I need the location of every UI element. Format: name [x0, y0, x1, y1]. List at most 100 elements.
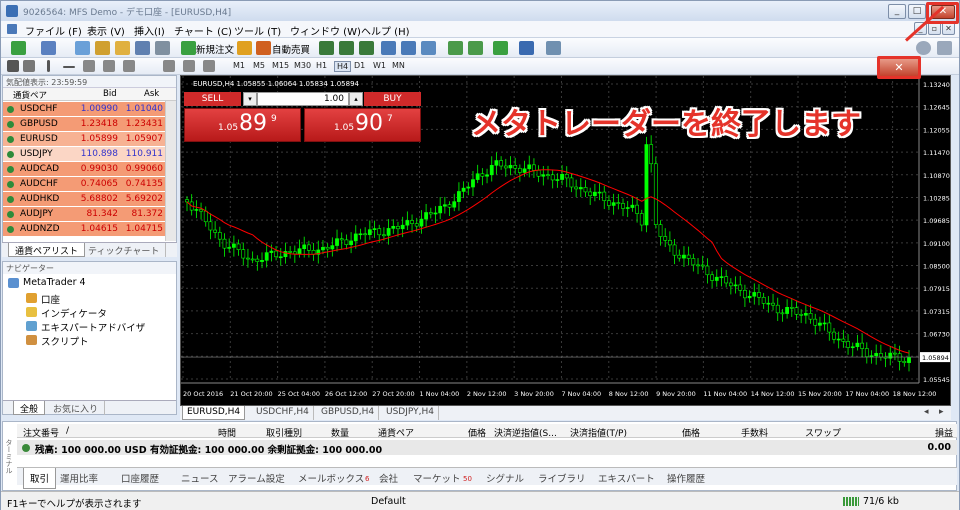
- col-ask[interactable]: Ask: [144, 89, 159, 99]
- autoscroll-icon[interactable]: [468, 41, 483, 55]
- tf-m30[interactable]: M30: [294, 61, 311, 70]
- col-swap[interactable]: スワップ: [805, 426, 841, 439]
- tab-favorites[interactable]: お気に入り: [47, 401, 106, 415]
- navigator-item-experts[interactable]: エキスパートアドバイザ: [41, 320, 145, 334]
- tab-exposure[interactable]: 運用比率: [60, 471, 98, 485]
- auto-trading-icon[interactable]: [256, 41, 271, 55]
- market-watch-row[interactable]: AUDCHF 0.74065 0.74135: [3, 177, 165, 192]
- menu-help[interactable]: ヘルプ (H): [361, 23, 410, 38]
- new-chart-icon[interactable]: [11, 41, 26, 55]
- auto-trading-button[interactable]: 自動売買: [272, 42, 310, 56]
- zoom-in-icon[interactable]: [381, 41, 396, 55]
- navigator-root[interactable]: MetaTrader 4: [23, 277, 86, 288]
- horizontal-line-icon[interactable]: [63, 66, 75, 68]
- trendline-icon[interactable]: [83, 60, 95, 72]
- data-window-icon[interactable]: [95, 41, 110, 55]
- cursor-icon[interactable]: [7, 60, 19, 72]
- sell-button[interactable]: 1.05 89 9: [184, 108, 301, 142]
- tester-icon[interactable]: [155, 41, 170, 55]
- navigator-item-accounts[interactable]: 口座: [41, 292, 60, 306]
- candle-chart-icon[interactable]: [339, 41, 354, 55]
- col-volume[interactable]: 数量: [331, 426, 349, 439]
- chart-tab-usdchf[interactable]: USDCHF,H4: [252, 406, 314, 420]
- zoom-out-icon[interactable]: [401, 41, 416, 55]
- tab-mailbox[interactable]: メールボックス: [298, 471, 364, 485]
- fibonacci-icon[interactable]: [123, 60, 135, 72]
- col-symbol[interactable]: 通貨ペア: [13, 89, 47, 101]
- menu-window[interactable]: ウィンドウ (W): [290, 23, 361, 38]
- search-icon[interactable]: [916, 41, 931, 55]
- chat-icon[interactable]: [937, 41, 952, 55]
- tf-d1[interactable]: D1: [354, 61, 365, 70]
- tab-signals[interactable]: シグナル: [486, 471, 524, 485]
- market-watch-row[interactable]: USDCHF 1.00990 1.01040: [3, 102, 165, 117]
- line-chart-icon[interactable]: [359, 41, 374, 55]
- tf-m1[interactable]: M1: [233, 61, 245, 70]
- tab-market[interactable]: マーケット: [413, 471, 461, 485]
- market-watch-row[interactable]: AUDHKD 5.68802 5.69202: [3, 192, 165, 207]
- navigator-item-scripts[interactable]: スクリプト: [41, 334, 89, 348]
- tf-m5[interactable]: M5: [253, 61, 265, 70]
- market-watch-row[interactable]: AUDCAD 0.99030 0.99060: [3, 162, 165, 177]
- text-icon[interactable]: [163, 60, 175, 72]
- lot-input[interactable]: 1.00: [257, 92, 349, 106]
- menu-tools[interactable]: ツール (T): [234, 23, 281, 38]
- profiles-icon[interactable]: [41, 41, 56, 55]
- new-order-icon[interactable]: [181, 41, 196, 55]
- lot-up-icon[interactable]: ▴: [349, 92, 363, 106]
- col-commission[interactable]: 手数料: [741, 426, 768, 439]
- tab-alerts[interactable]: アラーム設定: [228, 471, 285, 485]
- chart-tab-usdjpy[interactable]: USDJPY,H4: [382, 406, 439, 420]
- tab-trade[interactable]: 取引: [23, 468, 57, 489]
- tab-symbols[interactable]: 通貨ペアリスト: [8, 243, 86, 257]
- tf-mn[interactable]: MN: [392, 61, 405, 70]
- col-tp[interactable]: 決済指値(T/P): [570, 426, 627, 439]
- market-watch-row[interactable]: EURUSD 1.05899 1.05907: [3, 132, 165, 147]
- chart-tabs-scroll-right-icon[interactable]: ▸: [935, 406, 948, 420]
- menu-chart[interactable]: チャート (C): [174, 23, 232, 38]
- col-symbol[interactable]: 通貨ペア: [378, 426, 414, 439]
- navigator-icon[interactable]: [115, 41, 130, 55]
- tab-journal[interactable]: 操作履歴: [667, 471, 705, 485]
- col-bid[interactable]: Bid: [103, 89, 117, 99]
- col-type[interactable]: 取引種別: [266, 426, 302, 439]
- tile-windows-icon[interactable]: [421, 41, 436, 55]
- market-watch-scrollbar[interactable]: [165, 101, 176, 241]
- menu-file[interactable]: ファイル (F): [25, 23, 82, 38]
- bar-chart-icon[interactable]: [319, 41, 334, 55]
- market-watch-icon[interactable]: [75, 41, 90, 55]
- chart-shift-icon[interactable]: [448, 41, 463, 55]
- buy-label[interactable]: BUY: [364, 92, 421, 106]
- arrows-icon[interactable]: [203, 60, 215, 72]
- col-profit[interactable]: 損益: [935, 426, 953, 439]
- vertical-line-icon[interactable]: [47, 60, 50, 72]
- tab-experts[interactable]: エキスパート: [598, 471, 655, 485]
- col-price[interactable]: 価格: [468, 426, 486, 439]
- lot-down-icon[interactable]: ▾: [243, 92, 257, 106]
- templates-icon[interactable]: [546, 41, 561, 55]
- chart-tab-gbpusd[interactable]: GBPUSD,H4: [317, 406, 380, 420]
- chart-tabs-scroll-left-icon[interactable]: ◂: [920, 406, 933, 420]
- periods-icon[interactable]: [519, 41, 534, 55]
- tab-library[interactable]: ライブラリ: [538, 471, 586, 485]
- tf-m15[interactable]: M15: [272, 61, 289, 70]
- menu-view[interactable]: 表示 (V): [87, 23, 125, 38]
- new-order-button[interactable]: 新規注文: [196, 42, 234, 56]
- indicators-icon[interactable]: [493, 41, 508, 55]
- menu-insert[interactable]: 挿入(I): [134, 23, 165, 38]
- col-sl[interactable]: 決済逆指値(S...: [494, 426, 557, 439]
- tf-h1[interactable]: H1: [316, 61, 327, 70]
- col-current-price[interactable]: 価格: [682, 426, 700, 439]
- label-icon[interactable]: [183, 60, 195, 72]
- col-time[interactable]: 時間: [218, 426, 236, 439]
- channel-icon[interactable]: [103, 60, 115, 72]
- tab-news[interactable]: ニュース: [181, 471, 219, 485]
- market-watch-row[interactable]: GBPUSD 1.23418 1.23431: [3, 117, 165, 132]
- market-watch-row[interactable]: USDJPY 110.898 110.911: [3, 147, 165, 162]
- market-watch-row[interactable]: AUDJPY 81.342 81.372: [3, 207, 165, 222]
- buy-button[interactable]: 1.05 90 7: [304, 108, 421, 142]
- crosshair-icon[interactable]: [23, 60, 35, 72]
- metaeditor-icon[interactable]: [237, 41, 252, 55]
- market-watch-row[interactable]: AUDNZD 1.04615 1.04715: [3, 222, 165, 237]
- tab-tick-chart[interactable]: ティックチャート: [82, 243, 167, 257]
